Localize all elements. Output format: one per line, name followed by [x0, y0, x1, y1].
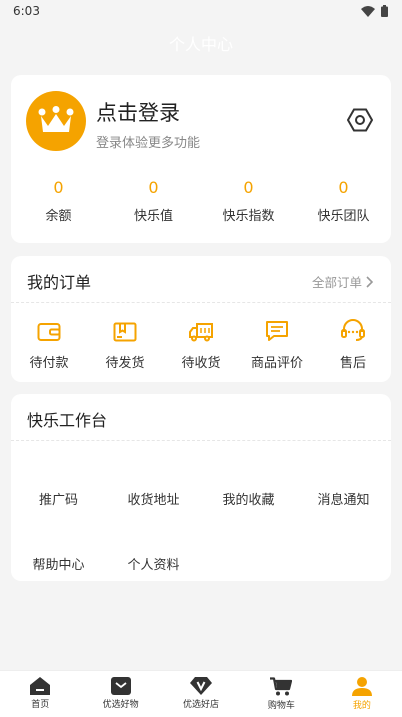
wallet-icon: [37, 323, 61, 341]
login-subtitle: 登录体验更多功能: [96, 136, 201, 151]
stat-value: 0: [53, 178, 64, 197]
divider: [11, 302, 391, 303]
cart-icon: [270, 677, 293, 696]
stat-label: 余额: [45, 209, 72, 224]
order-item-label: 待发货: [105, 356, 145, 371]
divider: [11, 440, 391, 441]
tab-cart[interactable]: 购物车: [241, 671, 321, 717]
battery-icon: [381, 5, 388, 17]
crown-icon: [38, 106, 74, 132]
truck-icon: [189, 323, 213, 342]
order-pending-payment[interactable]: 待付款: [11, 314, 87, 371]
stat-happy-index[interactable]: 0 快乐指数: [201, 175, 296, 224]
settings-icon[interactable]: [347, 107, 373, 133]
wifi-icon: [361, 5, 375, 17]
stat-value: 0: [243, 178, 254, 197]
stat-label: 快乐指数: [222, 209, 275, 224]
order-review[interactable]: 商品评价: [239, 314, 315, 371]
tab-label: 首页: [31, 700, 50, 710]
box-icon: [113, 322, 137, 342]
profile-card: 点击登录 登录体验更多功能 0 余额 0 快乐值 0 快乐指数 0 快乐团队: [11, 75, 391, 243]
workbench-shipping-address[interactable]: 收货地址: [106, 489, 201, 508]
all-orders-link[interactable]: 全部订单: [312, 272, 373, 291]
workbench-profile-info[interactable]: 个人资料: [106, 554, 201, 573]
workbench-notifications[interactable]: 消息通知: [296, 489, 391, 508]
order-pending-receipt[interactable]: 待收货: [163, 314, 239, 371]
order-item-label: 待付款: [29, 356, 69, 371]
stat-value: 0: [338, 178, 349, 197]
stat-happy-team[interactable]: 0 快乐团队: [296, 175, 391, 224]
v-badge-icon: [190, 677, 213, 695]
bottom-tab-bar: 首页 优选好物 优选好店 购物车 我的: [0, 670, 402, 717]
status-bar: 6:03: [0, 0, 402, 24]
workbench-help-center[interactable]: 帮助中心: [11, 554, 106, 573]
mail-icon: [110, 677, 131, 695]
order-after-sales[interactable]: 售后: [315, 314, 391, 371]
workbench-promo-code[interactable]: 推广码: [11, 489, 106, 508]
tab-label: 购物车: [267, 701, 295, 711]
workbench-title: 快乐工作台: [27, 411, 108, 430]
order-item-label: 商品评价: [250, 356, 303, 371]
workbench-favorites[interactable]: 我的收藏: [201, 489, 296, 508]
order-item-label: 售后: [339, 356, 366, 371]
stats-row: 0 余额 0 快乐值 0 快乐指数 0 快乐团队: [11, 175, 391, 224]
tab-label: 优选好物: [102, 700, 139, 710]
stat-happy-value[interactable]: 0 快乐值: [106, 175, 201, 224]
headset-icon: [341, 319, 365, 341]
chevron-right-icon: [366, 275, 373, 288]
order-pending-shipment[interactable]: 待发货: [87, 314, 163, 371]
tab-featured-goods[interactable]: 优选好物: [80, 671, 160, 717]
tab-home[interactable]: 首页: [0, 671, 80, 717]
stat-value: 0: [148, 178, 159, 197]
all-orders-label: 全部订单: [311, 275, 362, 290]
order-item-label: 待收货: [181, 356, 221, 371]
tab-label: 优选好店: [183, 700, 220, 710]
stat-label: 快乐团队: [317, 209, 370, 224]
stat-label: 快乐值: [133, 209, 173, 224]
status-time: 6:03: [13, 4, 40, 18]
home-icon: [30, 677, 51, 695]
orders-title: 我的订单: [27, 273, 92, 292]
tab-featured-shops[interactable]: 优选好店: [161, 671, 241, 717]
login-button[interactable]: 点击登录: [96, 97, 180, 127]
orders-card: 我的订单 全部订单 待付款 待发货 待收货 商品评价 售后: [11, 256, 391, 382]
order-status-row: 待付款 待发货 待收货 商品评价 售后: [11, 314, 391, 371]
tab-mine[interactable]: 我的: [322, 671, 402, 717]
stat-balance[interactable]: 0 余额: [11, 175, 106, 224]
tab-label: 我的: [352, 701, 371, 711]
page-title: 个人中心: [168, 35, 233, 54]
workbench-card: 快乐工作台 推广码 收货地址 我的收藏 消息通知 帮助中心 个人资料: [11, 394, 391, 581]
comment-icon: [266, 321, 288, 341]
avatar[interactable]: [26, 91, 86, 151]
user-icon: [351, 677, 372, 696]
